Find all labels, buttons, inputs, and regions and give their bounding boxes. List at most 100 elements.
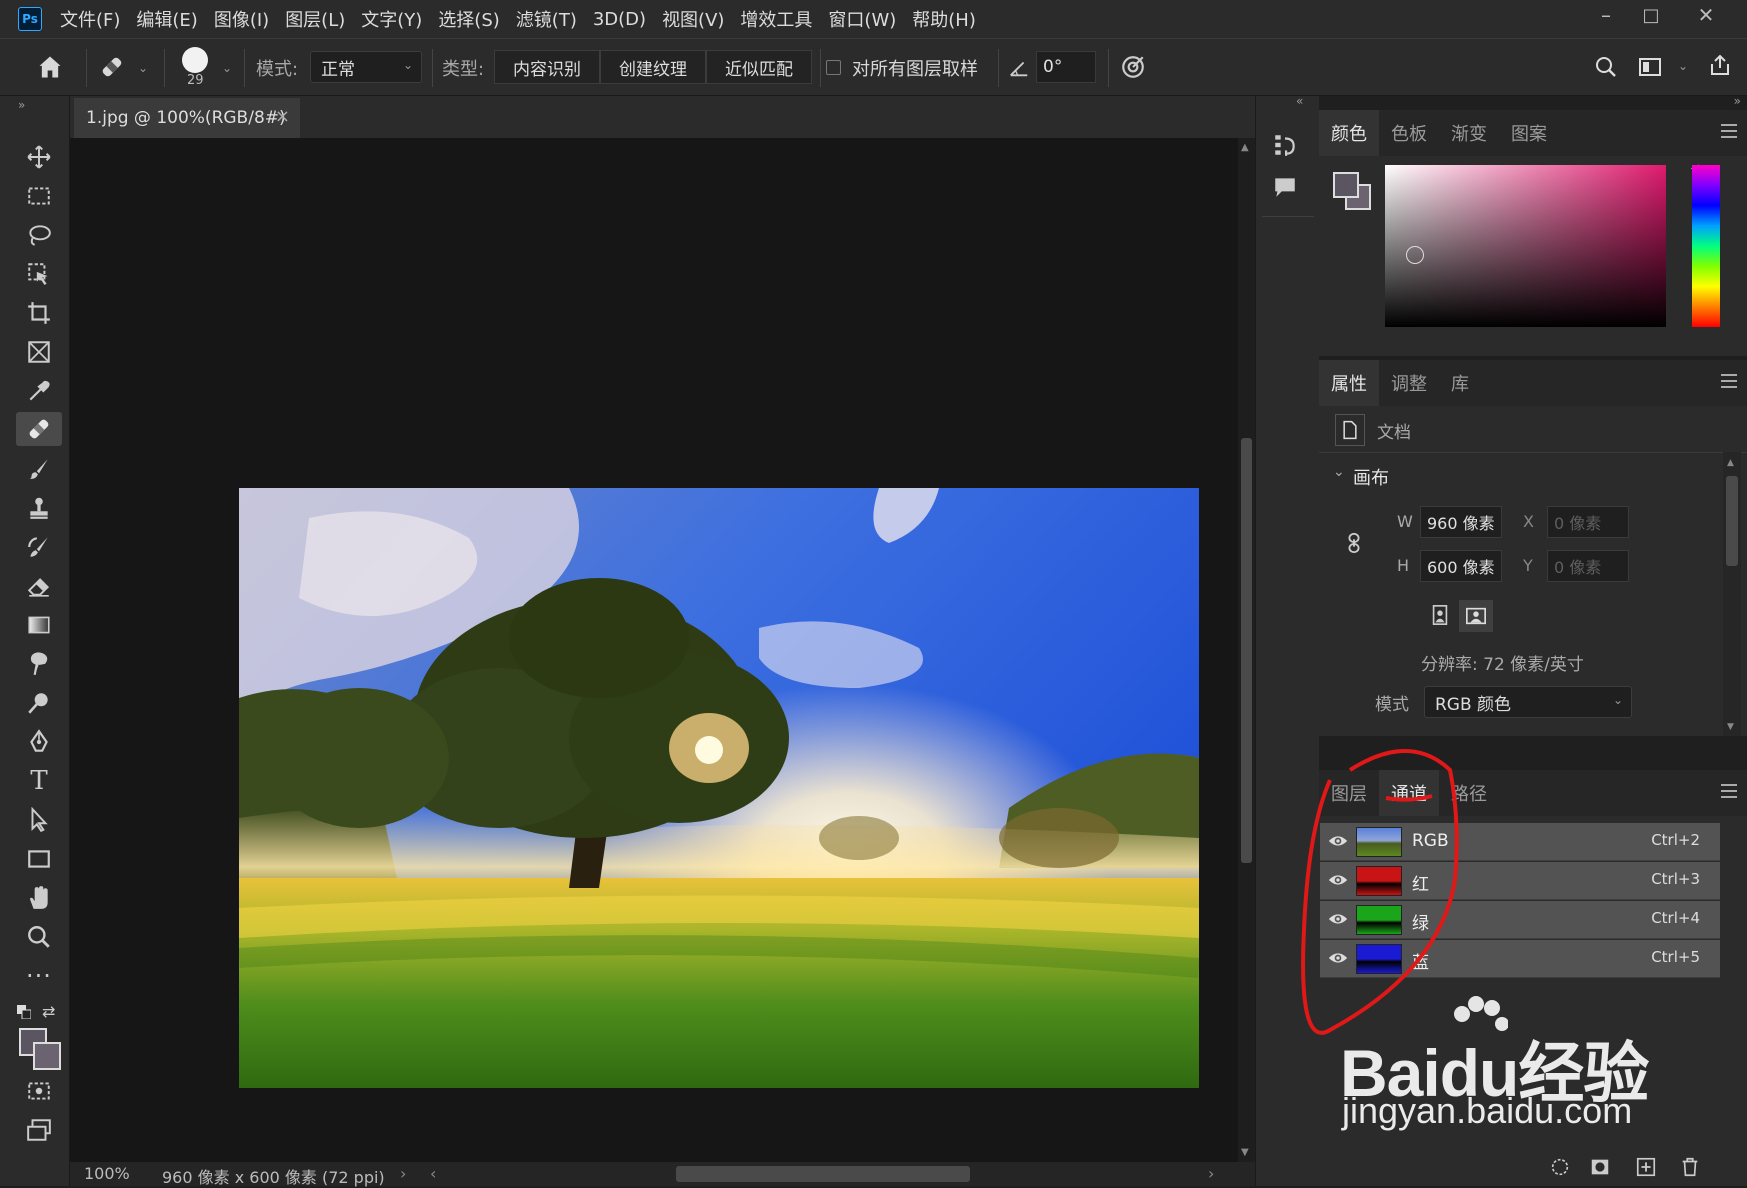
share-icon[interactable]: [1708, 53, 1734, 79]
menu-image[interactable]: 图像(I): [214, 6, 269, 32]
width-input[interactable]: 960 像素: [1420, 506, 1502, 538]
delete-channel-icon[interactable]: [1679, 1156, 1701, 1178]
healing-brush-tool-icon[interactable]: [16, 412, 62, 446]
hue-slider[interactable]: [1692, 165, 1720, 327]
panel-menu-icon[interactable]: [1721, 374, 1737, 388]
eraser-tool-icon[interactable]: [16, 569, 62, 603]
marquee-tool-icon[interactable]: [16, 179, 62, 213]
default-colors-icon[interactable]: [17, 1004, 32, 1020]
vertical-scroll-thumb[interactable]: [1241, 438, 1252, 863]
menu-type[interactable]: 文字(Y): [361, 6, 422, 32]
spot-healing-brush-icon[interactable]: [98, 53, 128, 83]
home-icon[interactable]: [36, 53, 66, 83]
menu-layer[interactable]: 图层(L): [285, 6, 345, 32]
path-selection-tool-icon[interactable]: [16, 803, 62, 837]
visibility-eye-icon[interactable]: [1328, 911, 1348, 929]
zoom-level[interactable]: 100%: [84, 1164, 130, 1183]
menu-view[interactable]: 视图(V): [662, 6, 724, 32]
clone-stamp-tool-icon[interactable]: [16, 491, 62, 525]
channel-row[interactable]: 绿 Ctrl+4: [1320, 901, 1720, 939]
channel-row[interactable]: 红 Ctrl+3: [1320, 862, 1720, 900]
portrait-orientation-icon[interactable]: [1425, 600, 1455, 630]
object-selection-tool-icon[interactable]: [16, 257, 62, 291]
sample-all-checkbox[interactable]: [826, 60, 841, 75]
properties-scrollbar[interactable]: ▲ ▼: [1723, 452, 1741, 736]
canvas-area[interactable]: [70, 138, 1238, 1162]
color-field[interactable]: [1385, 165, 1666, 327]
link-icon[interactable]: [1343, 532, 1365, 558]
collapse-icon[interactable]: «: [1296, 94, 1303, 108]
content-aware-button[interactable]: 内容识别: [494, 50, 600, 84]
color-picker-cursor[interactable]: [1406, 246, 1424, 264]
expand-icon[interactable]: »: [1734, 94, 1741, 108]
channel-row[interactable]: RGB Ctrl+2: [1320, 823, 1720, 861]
visibility-eye-icon[interactable]: [1328, 950, 1348, 968]
angle-input[interactable]: 0°: [1036, 51, 1096, 83]
load-selection-icon[interactable]: [1549, 1156, 1571, 1178]
pressure-icon[interactable]: [1120, 54, 1148, 82]
move-tool-icon[interactable]: [16, 140, 62, 174]
zoom-tool-icon[interactable]: [16, 920, 62, 954]
visibility-eye-icon[interactable]: [1328, 833, 1348, 851]
tab-properties[interactable]: 属性: [1319, 360, 1379, 406]
close-tab-icon[interactable]: ×: [275, 106, 290, 127]
history-panel-icon[interactable]: [1272, 132, 1298, 158]
expand-icon[interactable]: »: [18, 98, 25, 112]
tab-swatches[interactable]: 色板: [1379, 110, 1439, 156]
chevron-down-icon[interactable]: ⌄: [222, 61, 232, 75]
swap-colors-icon[interactable]: ⇄: [42, 1002, 58, 1021]
pen-tool-icon[interactable]: [16, 725, 62, 759]
menu-filter[interactable]: 滤镜(T): [516, 6, 577, 32]
comments-panel-icon[interactable]: [1272, 174, 1298, 200]
tab-color[interactable]: 颜色: [1319, 110, 1379, 156]
frame-tool-icon[interactable]: [16, 335, 62, 369]
chevron-right-icon[interactable]: ›: [400, 1164, 406, 1183]
visibility-eye-icon[interactable]: [1328, 872, 1348, 890]
new-channel-icon[interactable]: [1635, 1156, 1657, 1178]
panel-menu-icon[interactable]: [1721, 784, 1737, 798]
x-input[interactable]: 0 像素: [1547, 506, 1629, 538]
screen-mode-icon[interactable]: [16, 1113, 62, 1147]
brush-preview-icon[interactable]: [182, 47, 208, 73]
mode-dropdown[interactable]: 正常 ⌄: [310, 51, 422, 83]
tab-libraries[interactable]: 库: [1439, 360, 1481, 406]
rectangle-tool-icon[interactable]: [16, 842, 62, 876]
foreground-color-swatch[interactable]: [1333, 172, 1359, 198]
hand-tool-icon[interactable]: [16, 881, 62, 915]
menu-3d[interactable]: 3D(D): [593, 9, 646, 30]
create-texture-button[interactable]: 创建纹理: [600, 50, 706, 84]
menu-edit[interactable]: 编辑(E): [136, 6, 197, 32]
type-tool-icon[interactable]: T: [16, 764, 62, 798]
history-brush-tool-icon[interactable]: [16, 530, 62, 564]
tab-patterns[interactable]: 图案: [1499, 110, 1559, 156]
save-selection-icon[interactable]: [1589, 1156, 1611, 1178]
horizontal-scroll-thumb[interactable]: [676, 1166, 970, 1182]
chevron-down-icon[interactable]: ⌄: [1333, 464, 1345, 480]
tab-gradients[interactable]: 渐变: [1439, 110, 1499, 156]
chevron-down-icon[interactable]: ⌄: [138, 61, 148, 75]
menu-file[interactable]: 文件(F): [60, 6, 120, 32]
tab-channels[interactable]: 通道: [1379, 770, 1439, 816]
close-window-button[interactable]: ✕: [1680, 0, 1732, 30]
tab-paths[interactable]: 路径: [1439, 770, 1499, 816]
maximize-button[interactable]: □: [1625, 0, 1677, 30]
menu-select[interactable]: 选择(S): [438, 6, 499, 32]
smudge-tool-icon[interactable]: [16, 647, 62, 681]
workspace-icon[interactable]: [1638, 55, 1664, 81]
scroll-right-icon[interactable]: ›: [1208, 1164, 1214, 1183]
menu-window[interactable]: 窗口(W): [828, 6, 896, 32]
crop-tool-icon[interactable]: [16, 296, 62, 330]
brush-tool-icon[interactable]: [16, 452, 62, 486]
tab-adjustments[interactable]: 调整: [1379, 360, 1439, 406]
dodge-tool-icon[interactable]: [16, 686, 62, 720]
proximity-match-button[interactable]: 近似匹配: [706, 50, 812, 84]
channel-row[interactable]: 蓝 Ctrl+5: [1320, 940, 1720, 978]
landscape-orientation-icon[interactable]: [1459, 600, 1493, 632]
scroll-left-icon[interactable]: ‹: [430, 1164, 436, 1183]
background-color-swatch[interactable]: [33, 1042, 61, 1070]
y-input[interactable]: 0 像素: [1547, 550, 1629, 582]
menu-plugins[interactable]: 增效工具: [740, 6, 812, 32]
height-input[interactable]: 600 像素: [1420, 550, 1502, 582]
search-icon[interactable]: [1594, 55, 1620, 81]
quick-mask-icon[interactable]: [16, 1074, 62, 1108]
